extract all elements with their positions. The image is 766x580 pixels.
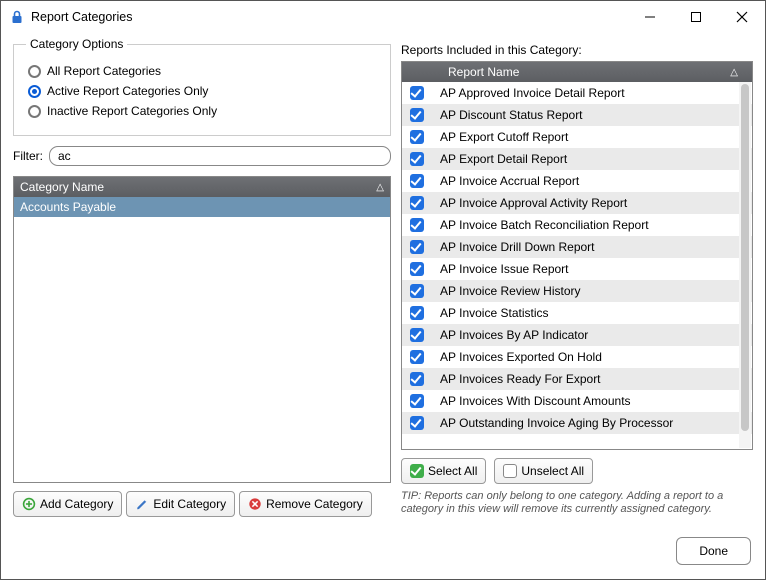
- report-name: AP Invoice Batch Reconciliation Report: [440, 218, 649, 232]
- report-row[interactable]: AP Invoice Approval Activity Report: [402, 192, 752, 214]
- report-checkbox[interactable]: [410, 152, 424, 166]
- report-checkbox[interactable]: [410, 86, 424, 100]
- radio-option[interactable]: Inactive Report Categories Only: [26, 101, 378, 121]
- report-checkbox[interactable]: [410, 130, 424, 144]
- report-row[interactable]: AP Invoices With Discount Amounts: [402, 390, 752, 412]
- report-checkbox[interactable]: [410, 218, 424, 232]
- report-name: AP Export Detail Report: [440, 152, 567, 166]
- report-row[interactable]: AP Export Cutoff Report: [402, 126, 752, 148]
- report-name: AP Approved Invoice Detail Report: [440, 86, 625, 100]
- radio-icon: [28, 85, 41, 98]
- report-checkbox[interactable]: [410, 306, 424, 320]
- radio-label: Inactive Report Categories Only: [47, 104, 217, 118]
- report-checkbox[interactable]: [410, 262, 424, 276]
- pencil-icon: [135, 497, 149, 511]
- report-row[interactable]: AP Export Detail Report: [402, 148, 752, 170]
- category-options-legend: Category Options: [26, 37, 127, 51]
- report-name: AP Discount Status Report: [440, 108, 583, 122]
- category-grid-body: Accounts Payable: [14, 197, 390, 482]
- reports-grid: Report Name △ AP Approved Invoice Detail…: [401, 61, 753, 450]
- report-name: AP Export Cutoff Report: [440, 130, 568, 144]
- report-checkbox[interactable]: [410, 416, 424, 430]
- sort-asc-icon: △: [730, 67, 738, 78]
- reports-grid-header[interactable]: Report Name △: [402, 62, 752, 82]
- report-checkbox[interactable]: [410, 394, 424, 408]
- titlebar: Report Categories: [1, 1, 765, 33]
- radio-label: Active Report Categories Only: [47, 84, 208, 98]
- report-checkbox[interactable]: [410, 284, 424, 298]
- edit-category-button[interactable]: Edit Category: [126, 491, 235, 517]
- report-row[interactable]: AP Approved Invoice Detail Report: [402, 82, 752, 104]
- report-name: AP Invoices Ready For Export: [440, 372, 601, 386]
- filter-label: Filter:: [13, 149, 43, 163]
- remove-category-button[interactable]: Remove Category: [239, 491, 372, 517]
- x-circle-icon: [248, 497, 262, 511]
- report-row[interactable]: AP Invoices Exported On Hold: [402, 346, 752, 368]
- left-column: Category Options All Report Categories Ac…: [13, 37, 391, 517]
- report-row[interactable]: AP Invoice Review History: [402, 280, 752, 302]
- unselect-all-button[interactable]: Unselect All: [494, 458, 593, 484]
- app-lock-icon: [9, 9, 25, 25]
- select-all-button[interactable]: Select All: [401, 458, 486, 484]
- report-categories-window: Report Categories Category Options All R…: [0, 0, 766, 580]
- empty-checkbox-icon: [503, 464, 517, 478]
- plus-circle-icon: [22, 497, 36, 511]
- report-checkbox[interactable]: [410, 108, 424, 122]
- category-grid: Category Name △ Accounts Payable: [13, 176, 391, 483]
- tip-text: TIP: Reports can only belong to one cate…: [401, 490, 753, 518]
- add-category-button[interactable]: Add Category: [13, 491, 122, 517]
- report-name: AP Invoices With Discount Amounts: [440, 394, 631, 408]
- report-name-column: Report Name: [448, 65, 519, 79]
- window-title: Report Categories: [31, 10, 132, 24]
- report-name: AP Invoice Accrual Report: [440, 174, 579, 188]
- radio-icon: [28, 65, 41, 78]
- reports-scrollbar[interactable]: [739, 82, 751, 448]
- maximize-button[interactable]: [673, 2, 719, 32]
- report-name: AP Invoice Issue Report: [440, 262, 569, 276]
- report-name: AP Invoice Drill Down Report: [440, 240, 595, 254]
- footer: Done: [1, 529, 765, 579]
- category-name-column: Category Name: [20, 180, 104, 194]
- report-name: AP Invoice Approval Activity Report: [440, 196, 627, 210]
- sort-asc-icon: △: [376, 182, 384, 193]
- report-name: AP Outstanding Invoice Aging By Processo…: [440, 416, 673, 430]
- category-grid-header[interactable]: Category Name △: [14, 177, 390, 197]
- category-options-group: Category Options All Report Categories Ac…: [13, 37, 391, 136]
- report-checkbox[interactable]: [410, 240, 424, 254]
- report-checkbox[interactable]: [410, 174, 424, 188]
- report-row[interactable]: AP Invoice Accrual Report: [402, 170, 752, 192]
- filter-input[interactable]: [49, 146, 391, 166]
- report-row[interactable]: AP Discount Status Report: [402, 104, 752, 126]
- check-icon: [410, 464, 424, 478]
- report-row[interactable]: AP Outstanding Invoice Aging By Processo…: [402, 412, 752, 434]
- reports-section-label: Reports Included in this Category:: [401, 43, 753, 57]
- report-name: AP Invoices By AP Indicator: [440, 328, 588, 342]
- report-row[interactable]: AP Invoice Drill Down Report: [402, 236, 752, 258]
- report-row[interactable]: AP Invoices Ready For Export: [402, 368, 752, 390]
- report-checkbox[interactable]: [410, 350, 424, 364]
- report-row[interactable]: AP Invoice Batch Reconciliation Report: [402, 214, 752, 236]
- report-checkbox[interactable]: [410, 196, 424, 210]
- report-name: AP Invoice Review History: [440, 284, 581, 298]
- category-row[interactable]: Accounts Payable: [14, 197, 390, 217]
- report-checkbox[interactable]: [410, 328, 424, 342]
- minimize-button[interactable]: [627, 2, 673, 32]
- report-checkbox[interactable]: [410, 372, 424, 386]
- report-row[interactable]: AP Invoices By AP Indicator: [402, 324, 752, 346]
- radio-label: All Report Categories: [47, 64, 161, 78]
- close-button[interactable]: [719, 2, 765, 32]
- radio-option[interactable]: Active Report Categories Only: [26, 81, 378, 101]
- radio-icon: [28, 105, 41, 118]
- report-row[interactable]: AP Invoice Statistics: [402, 302, 752, 324]
- done-button[interactable]: Done: [676, 537, 751, 565]
- right-column: Reports Included in this Category: Repor…: [401, 37, 753, 517]
- report-row[interactable]: AP Invoice Issue Report: [402, 258, 752, 280]
- scrollbar-thumb[interactable]: [741, 84, 749, 431]
- report-name: AP Invoices Exported On Hold: [440, 350, 602, 364]
- report-name: AP Invoice Statistics: [440, 306, 549, 320]
- reports-grid-body: AP Approved Invoice Detail Report AP Disc…: [402, 82, 752, 434]
- radio-option[interactable]: All Report Categories: [26, 61, 378, 81]
